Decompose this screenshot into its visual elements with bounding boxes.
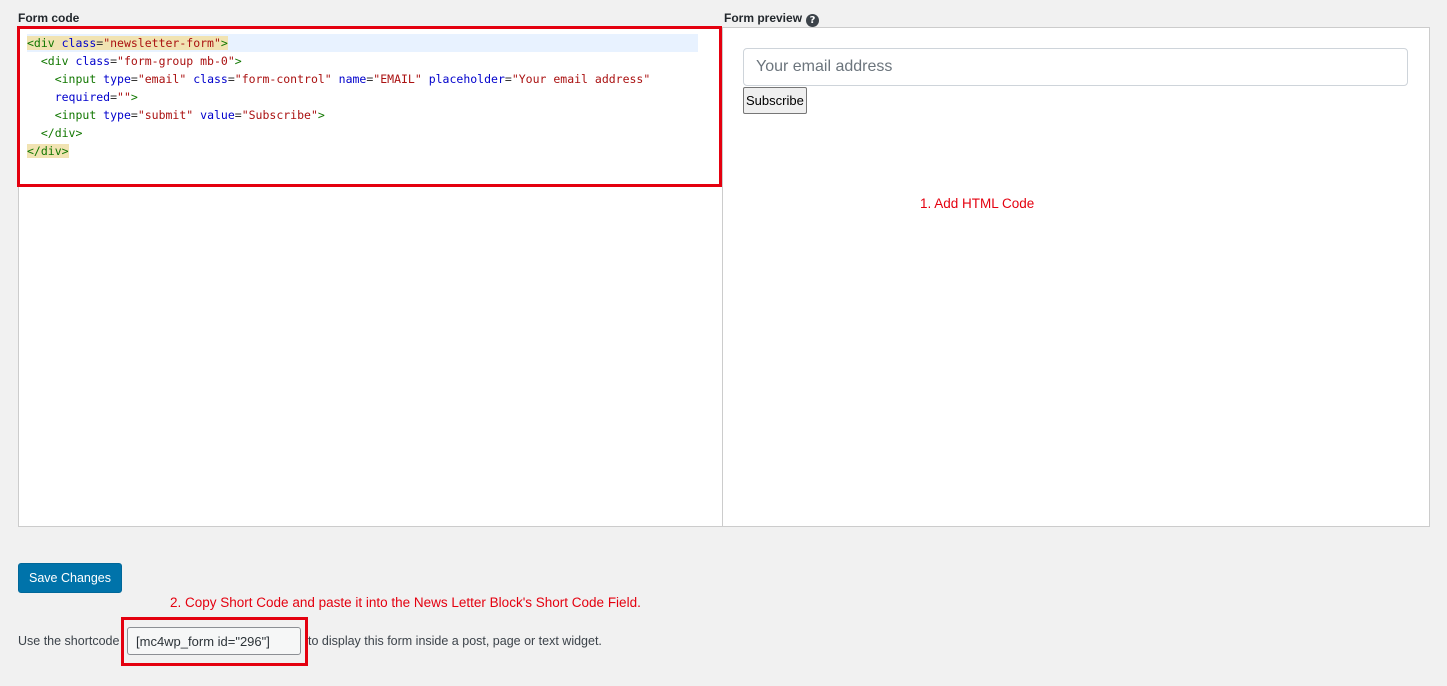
form-code-label: Form code (18, 11, 80, 25)
step1-annotation: 1. Add HTML Code (920, 196, 1035, 211)
save-changes-button[interactable]: Save Changes (18, 563, 123, 593)
form-preview-heading: Form preview? (724, 11, 820, 27)
shortcode-intro-text: Use the shortcode (18, 634, 120, 648)
subscribe-button[interactable]: Subscribe (743, 87, 807, 114)
step2-annotation: 2. Copy Short Code and paste it into the… (170, 595, 641, 610)
shortcode-after-text: to display this form inside a post, page… (308, 634, 602, 648)
form-preview-panel: Subscribe (722, 27, 1430, 527)
shortcode-highlight-box (121, 617, 308, 666)
code-highlight-box (17, 26, 722, 187)
email-input[interactable] (743, 48, 1408, 86)
question-circle-icon[interactable]: ? (806, 14, 820, 27)
form-preview-label: Form preview (724, 11, 803, 25)
